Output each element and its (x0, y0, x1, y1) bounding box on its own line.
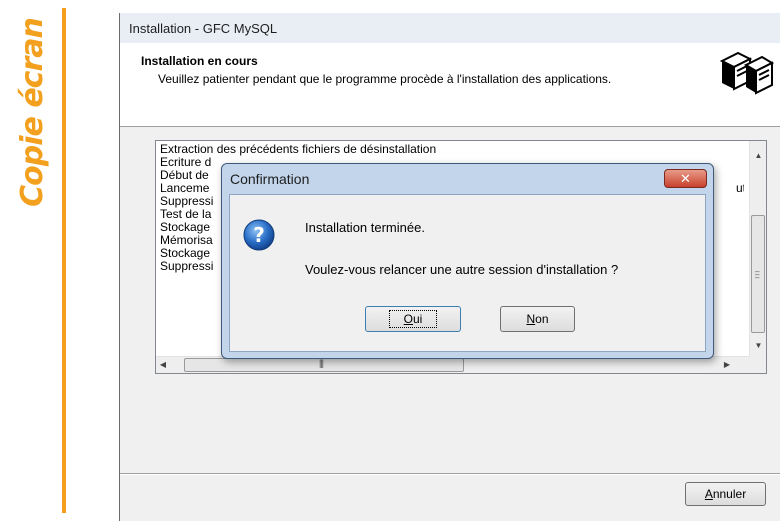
log-line: Extraction des précédents fichiers de dé… (160, 143, 437, 156)
cancel-button-accel: A (704, 487, 713, 501)
computer-box-icon (717, 46, 774, 95)
horizontal-scroll-thumb[interactable]: ||| (184, 358, 464, 372)
wizard-header: Installation en cours Veuillez patienter… (120, 43, 780, 127)
dialog-title: Confirmation (230, 171, 310, 187)
cancel-button[interactable]: Annuler (685, 482, 766, 506)
scroll-right-arrow-icon[interactable]: ▶ (722, 360, 732, 369)
no-button-accel: N (526, 312, 536, 326)
cancel-button-label: nnuler (712, 487, 747, 501)
scroll-corner (749, 356, 766, 373)
grip-icon: – – – (755, 267, 760, 282)
scroll-up-arrow-icon[interactable]: ▲ (750, 151, 767, 160)
confirmation-dialog: Confirmation ✕ ? Installation terminée. … (221, 163, 714, 359)
yes-button[interactable]: Oui (365, 306, 461, 332)
window-title: Installation - GFC MySQL (129, 20, 278, 36)
log-vertical-scrollbar[interactable]: ▲ – – – ▼ (749, 141, 766, 357)
window-titlebar[interactable]: Installation - GFC MySQL (120, 13, 780, 43)
yes-button-focus: Oui (388, 310, 438, 328)
yes-button-accel: O (403, 312, 413, 326)
dialog-message-line2: Voulez-vous relancer une autre session d… (305, 262, 619, 277)
header-title: Installation en cours (141, 54, 258, 68)
yes-button-label: ui (413, 312, 423, 326)
scroll-left-arrow-icon[interactable]: ◀ (158, 360, 168, 369)
grip-icon: ||| (319, 358, 324, 368)
side-accent-bar (62, 8, 66, 513)
footer-separator (120, 473, 780, 475)
no-button[interactable]: Non (500, 306, 575, 332)
close-icon: ✕ (680, 170, 691, 186)
scroll-down-arrow-icon[interactable]: ▼ (750, 341, 767, 350)
svg-text:?: ? (253, 223, 265, 247)
header-description: Veuillez patienter pendant que le progra… (158, 72, 612, 86)
log-overflow-text: utp (736, 181, 744, 195)
close-button[interactable]: ✕ (664, 169, 707, 188)
side-label: Copie écran (14, 14, 50, 210)
vertical-scroll-thumb[interactable]: – – – (751, 215, 765, 333)
question-icon: ? (243, 219, 275, 251)
side-label-text: Copie écran (14, 17, 50, 207)
dialog-message-line1: Installation terminée. (305, 220, 425, 235)
no-button-label: on (535, 312, 549, 326)
dialog-body: ? Installation terminée. Voulez-vous rel… (229, 194, 706, 352)
